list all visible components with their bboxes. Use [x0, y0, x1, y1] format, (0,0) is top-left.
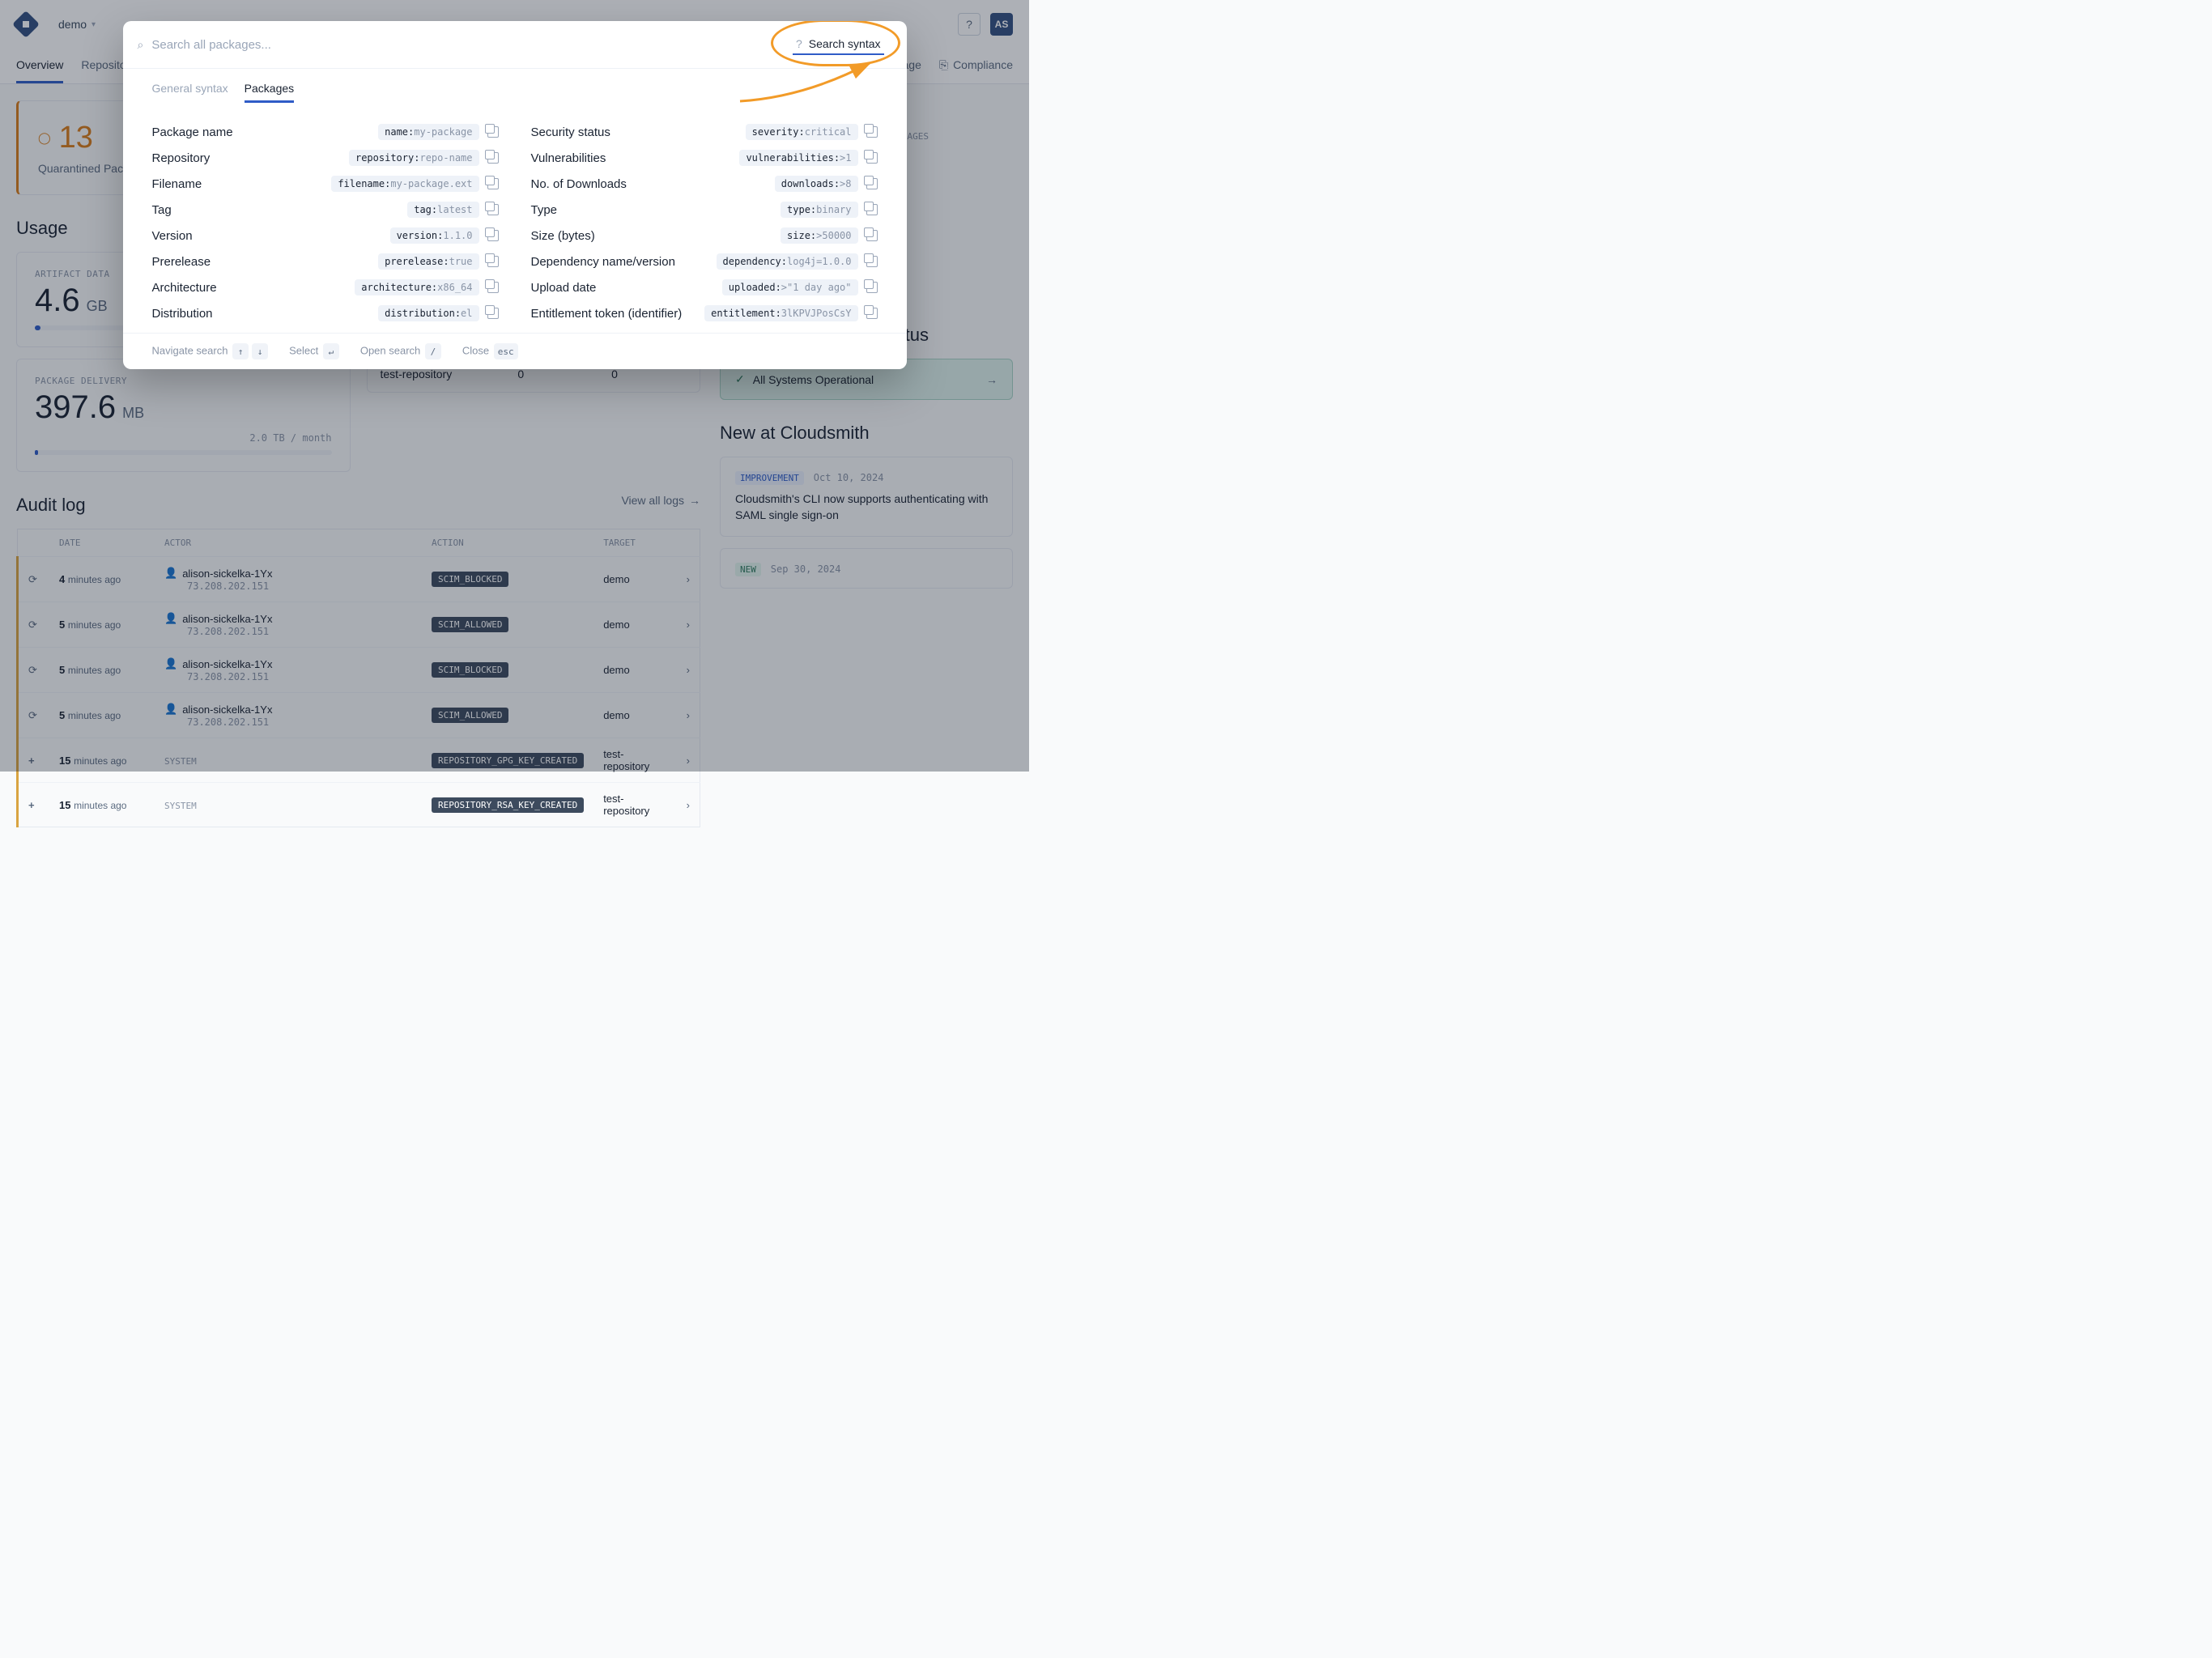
- syntax-name: Filename: [152, 177, 324, 191]
- modal-tabs: General syntax Packages: [123, 69, 907, 103]
- syntax-example[interactable]: type:binary: [781, 202, 857, 218]
- syntax-name: No. of Downloads: [531, 177, 767, 191]
- syntax-example[interactable]: distribution:el: [378, 305, 479, 321]
- copy-icon[interactable]: [487, 204, 499, 215]
- copy-icon[interactable]: [487, 152, 499, 164]
- syntax-row: Prerelease prerelease:true: [152, 249, 499, 274]
- tab-general-syntax[interactable]: General syntax: [152, 82, 228, 103]
- down-key: ↓: [252, 343, 268, 359]
- syntax-row: Size (bytes) size:>50000: [531, 223, 878, 249]
- copy-icon[interactable]: [866, 230, 878, 241]
- syntax-example[interactable]: entitlement:3lKPVJPosCsY: [704, 305, 857, 321]
- syntax-example[interactable]: architecture:x86_64: [355, 279, 479, 295]
- chevron-right-icon: ›: [677, 783, 700, 827]
- tab-packages-syntax[interactable]: Packages: [245, 82, 294, 103]
- syntax-example[interactable]: prerelease:true: [378, 253, 479, 270]
- syntax-row: No. of Downloads downloads:>8: [531, 171, 878, 197]
- syntax-name: Architecture: [152, 281, 347, 295]
- plus-icon: [28, 799, 40, 811]
- syntax-name: Type: [531, 203, 773, 217]
- syntax-name: Size (bytes): [531, 229, 773, 243]
- syntax-example[interactable]: dependency:log4j=1.0.0: [717, 253, 858, 270]
- modal-footer: Navigate search ↑↓ Select ↵ Open search …: [123, 333, 907, 369]
- table-row[interactable]: 15 minutes ago SYSTEM REPOSITORY_RSA_KEY…: [18, 783, 700, 827]
- syntax-name: Distribution: [152, 307, 371, 321]
- enter-key: ↵: [323, 343, 339, 359]
- copy-icon[interactable]: [487, 308, 499, 319]
- syntax-row: Filename filename:my-package.ext: [152, 171, 499, 197]
- syntax-row: Type type:binary: [531, 197, 878, 223]
- syntax-name: Upload date: [531, 281, 714, 295]
- search-modal: ⌕ ? Search syntax General syntax Package…: [123, 21, 907, 369]
- syntax-example[interactable]: vulnerabilities:>1: [739, 150, 857, 166]
- syntax-example[interactable]: name:my-package: [378, 124, 479, 140]
- copy-icon[interactable]: [487, 256, 499, 267]
- syntax-example[interactable]: severity:critical: [746, 124, 858, 140]
- syntax-row: Version version:1.1.0: [152, 223, 499, 249]
- syntax-name: Prerelease: [152, 255, 371, 269]
- search-input[interactable]: [151, 38, 776, 52]
- esc-key: esc: [494, 343, 518, 359]
- syntax-example[interactable]: uploaded:>"1 day ago": [722, 279, 858, 295]
- syntax-name: Tag: [152, 203, 400, 217]
- copy-icon[interactable]: [866, 204, 878, 215]
- syntax-example[interactable]: version:1.1.0: [390, 227, 479, 244]
- syntax-row: Distribution distribution:el: [152, 300, 499, 326]
- syntax-example[interactable]: repository:repo-name: [349, 150, 479, 166]
- copy-icon[interactable]: [866, 126, 878, 138]
- copy-icon[interactable]: [866, 308, 878, 319]
- copy-icon[interactable]: [487, 126, 499, 138]
- syntax-name: Security status: [531, 125, 738, 139]
- search-syntax-link[interactable]: ? Search syntax: [785, 31, 892, 58]
- action-pill: REPOSITORY_RSA_KEY_CREATED: [432, 797, 584, 813]
- modal-overlay[interactable]: ⌕ ? Search syntax General syntax Package…: [0, 0, 1029, 772]
- copy-icon[interactable]: [487, 178, 499, 189]
- syntax-row: Package name name:my-package: [152, 119, 499, 145]
- syntax-row: Tag tag:latest: [152, 197, 499, 223]
- syntax-name: Dependency name/version: [531, 255, 708, 269]
- syntax-row: Vulnerabilities vulnerabilities:>1: [531, 145, 878, 171]
- copy-icon[interactable]: [866, 256, 878, 267]
- syntax-name: Entitlement token (identifier): [531, 307, 697, 321]
- syntax-name: Repository: [152, 151, 341, 165]
- copy-icon[interactable]: [487, 282, 499, 293]
- search-icon: ⌕: [138, 38, 144, 52]
- syntax-row: Architecture architecture:x86_64: [152, 274, 499, 300]
- syntax-row: Repository repository:repo-name: [152, 145, 499, 171]
- question-icon: ?: [796, 37, 802, 50]
- syntax-name: Vulnerabilities: [531, 151, 732, 165]
- syntax-example[interactable]: size:>50000: [781, 227, 857, 244]
- copy-icon[interactable]: [866, 282, 878, 293]
- copy-icon[interactable]: [866, 178, 878, 189]
- slash-key: /: [425, 343, 441, 359]
- copy-icon[interactable]: [866, 152, 878, 164]
- syntax-name: Package name: [152, 125, 371, 139]
- syntax-example[interactable]: downloads:>8: [775, 176, 858, 192]
- syntax-row: Entitlement token (identifier) entitleme…: [531, 300, 878, 326]
- syntax-name: Version: [152, 229, 382, 243]
- copy-icon[interactable]: [487, 230, 499, 241]
- syntax-row: Dependency name/version dependency:log4j…: [531, 249, 878, 274]
- up-key: ↑: [232, 343, 249, 359]
- syntax-example[interactable]: filename:my-package.ext: [331, 176, 479, 192]
- syntax-row: Upload date uploaded:>"1 day ago": [531, 274, 878, 300]
- syntax-example[interactable]: tag:latest: [407, 202, 479, 218]
- syntax-row: Security status severity:critical: [531, 119, 878, 145]
